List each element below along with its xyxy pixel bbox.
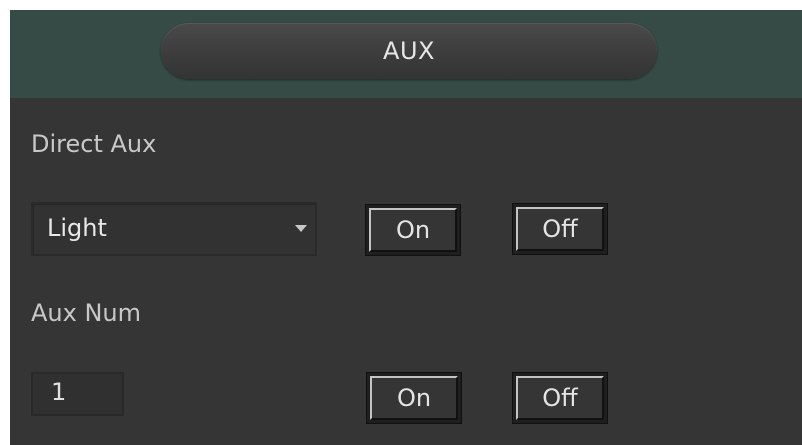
aux-dialog: AUX Direct Aux Light On Off Aux Num 1 On…	[0, 0, 802, 445]
aux-num-label: Aux Num	[31, 299, 142, 327]
chevron-down-icon[interactable]	[295, 225, 307, 232]
aux-num-on-button[interactable]: On	[366, 372, 462, 424]
aux-num-input[interactable]: 1	[31, 372, 124, 416]
aux-num-off-button[interactable]: Off	[512, 372, 608, 424]
aux-num-value: 1	[51, 378, 67, 406]
direct-aux-on-label: On	[369, 208, 457, 252]
dialog-header: AUX	[10, 10, 802, 98]
direct-aux-select-value: Light	[47, 214, 107, 242]
aux-num-off-label: Off	[516, 376, 604, 420]
aux-num-on-label: On	[370, 376, 458, 420]
direct-aux-off-label: Off	[516, 207, 604, 251]
title-bar: AUX	[161, 23, 657, 79]
direct-aux-off-button[interactable]: Off	[512, 203, 608, 255]
direct-aux-on-button[interactable]: On	[365, 204, 461, 256]
dialog-title: AUX	[383, 37, 435, 65]
direct-aux-label: Direct Aux	[31, 130, 157, 158]
direct-aux-select[interactable]: Light	[31, 202, 317, 256]
aux-panel: AUX Direct Aux Light On Off Aux Num 1 On…	[10, 10, 802, 445]
